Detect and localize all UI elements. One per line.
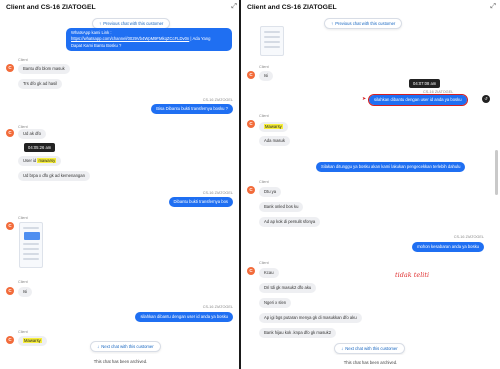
timestamp-tooltip: 04:07:08 am <box>409 79 441 88</box>
next-chat-label: Next chat with this customer <box>101 344 154 349</box>
arrow-up-icon: ↑ <box>99 21 102 26</box>
image-attachment[interactable] <box>260 26 284 56</box>
sender-label: Client <box>18 58 28 62</box>
client-avatar: C <box>6 64 14 72</box>
highlighted-user-id: Mawarsy <box>23 338 42 343</box>
message-bubble-in: User id mawarsy <box>18 156 62 167</box>
client-avatar: C <box>247 186 255 194</box>
highlighted-user-id: Mawarsy <box>264 124 283 129</box>
next-chat-button[interactable]: ↓ Next chat with this customer <box>90 341 161 352</box>
archived-notice: This chat has been archived. <box>343 360 398 365</box>
message-bubble-out: Dibantu bukti transfernya bos <box>168 197 233 208</box>
left-chat-pane: Client and CS-16 ZIATOGEL ⤢ ↑ Previous ch… <box>0 0 241 369</box>
message-bubble-out: silahkan dibantu dengan user id anda ya … <box>135 312 233 323</box>
highlighted-user-id: mawarsy <box>37 158 57 163</box>
client-avatar: C <box>6 336 14 344</box>
sender-label: Client <box>18 280 28 284</box>
arrow-up-icon: ↑ <box>331 21 334 26</box>
whatsapp-link[interactable]: https://whatsapp.com/channel/0029Vb4WpM9… <box>71 36 189 41</box>
client-avatar: C <box>247 120 255 128</box>
agent-label: CS-16 ZIATOGEL <box>423 90 454 94</box>
sender-label: Client <box>259 180 269 184</box>
sender-label: Client <box>259 114 269 118</box>
message-bubble-in: Bantu dfo blom masuk <box>18 64 70 75</box>
message-bubble-out: Bisa Dibantu bukti transfernya bosku ? <box>151 104 233 115</box>
message-bubble-in: Isi <box>18 287 33 298</box>
timestamp-tooltip: 04:05:26 am <box>24 143 56 152</box>
message-text: Dapat Kami Bantu Bosku ? <box>71 42 122 48</box>
message-bubble-in: Ad ap kok di persulit sfonya <box>259 217 321 228</box>
message-text: | Ada Yang <box>190 36 211 42</box>
message-bubble-in: Mawarsy <box>18 336 47 347</box>
message-bubble-in: Bank hijau kok .knpa dfo gk masuk2 <box>259 328 337 339</box>
message-bubble-out: silahkan dibantu dengan user id anda ya … <box>368 93 468 107</box>
agent-label: CS-16 ZIATOGEL <box>202 305 233 309</box>
expand-icon[interactable]: ⤢ <box>231 3 237 11</box>
client-avatar: C <box>6 287 14 295</box>
next-chat-label: Next chat with this customer <box>345 346 398 351</box>
sender-label: Client <box>259 65 269 69</box>
send-status-icon: ↺ <box>482 95 490 103</box>
message-bubble-in: Dtu ya <box>259 187 282 198</box>
message-bubble-in: Ud ak dfo <box>18 129 46 140</box>
message-bubble-out: mohon kesabaran anda ya bosku <box>412 242 484 253</box>
message-bubble-in: Kcau <box>259 268 279 279</box>
image-attachment[interactable] <box>19 222 43 268</box>
scrollbar[interactable] <box>495 150 498 195</box>
message-bubble-in: Ada masuk <box>259 136 290 147</box>
previous-chat-label: Previous chat with this customer <box>103 21 164 26</box>
arrow-down-icon: ↓ <box>341 346 344 351</box>
sender-label: Client <box>259 261 269 265</box>
agent-label: CS-16 ZIATOGEL <box>202 191 233 195</box>
client-avatar: C <box>247 71 255 79</box>
message-bubble-in: Ap igi bgs putaran menya gk di masukkan … <box>259 313 362 324</box>
message-bubble-in: Mawarsy <box>259 122 288 133</box>
sender-label: Client <box>18 330 28 334</box>
message-bubble-in: Dri tdi gk masuk2 dfo aku <box>259 283 317 294</box>
archived-notice: This chat has been archived. <box>93 359 148 364</box>
agent-label: CS-16 ZIATOGEL <box>453 235 484 239</box>
message-text: User id <box>23 158 37 163</box>
previous-chat-button[interactable]: ↑ Previous chat with this customer <box>324 18 403 29</box>
message-bubble-in: Isi <box>259 71 274 82</box>
message-bubble-in: Bank onled bos ku <box>259 202 304 213</box>
agent-label: CS-16 ZIATOGEL <box>202 98 233 102</box>
client-avatar: C <box>6 129 14 137</box>
message-bubble-out: Silakan ditunggu ya bosku akan kami laku… <box>316 162 466 173</box>
right-chat-pane: Client and CS-16 ZIATOGEL ⤢ ↑ Previous ch… <box>241 0 500 369</box>
client-avatar: C <box>247 267 255 275</box>
handwritten-annotation: tidak teliti <box>395 271 430 279</box>
previous-chat-label: Previous chat with this customer <box>335 21 396 26</box>
annotation-arrow-icon: ➤ <box>362 96 367 102</box>
message-bubble-in: Trs dfo gk ad hasil <box>18 79 63 90</box>
message-bubble-out: WhatsApp kami Link : https://whatsapp.co… <box>66 28 232 51</box>
chat-title: Client and CS-16 ZIATOGEL <box>247 4 337 11</box>
sender-label: Client <box>18 216 28 220</box>
chat-title: Client and CS-16 ZIATOGEL <box>6 4 96 11</box>
message-bubble-in: Ud brpa x dfo gk ad kemenangan <box>18 171 90 182</box>
next-chat-button[interactable]: ↓ Next chat with this customer <box>334 343 405 354</box>
message-bubble-in: Ngeri x slen <box>259 298 292 309</box>
arrow-down-icon: ↓ <box>97 344 100 349</box>
expand-icon[interactable]: ⤢ <box>490 3 496 11</box>
client-avatar: C <box>6 222 14 230</box>
